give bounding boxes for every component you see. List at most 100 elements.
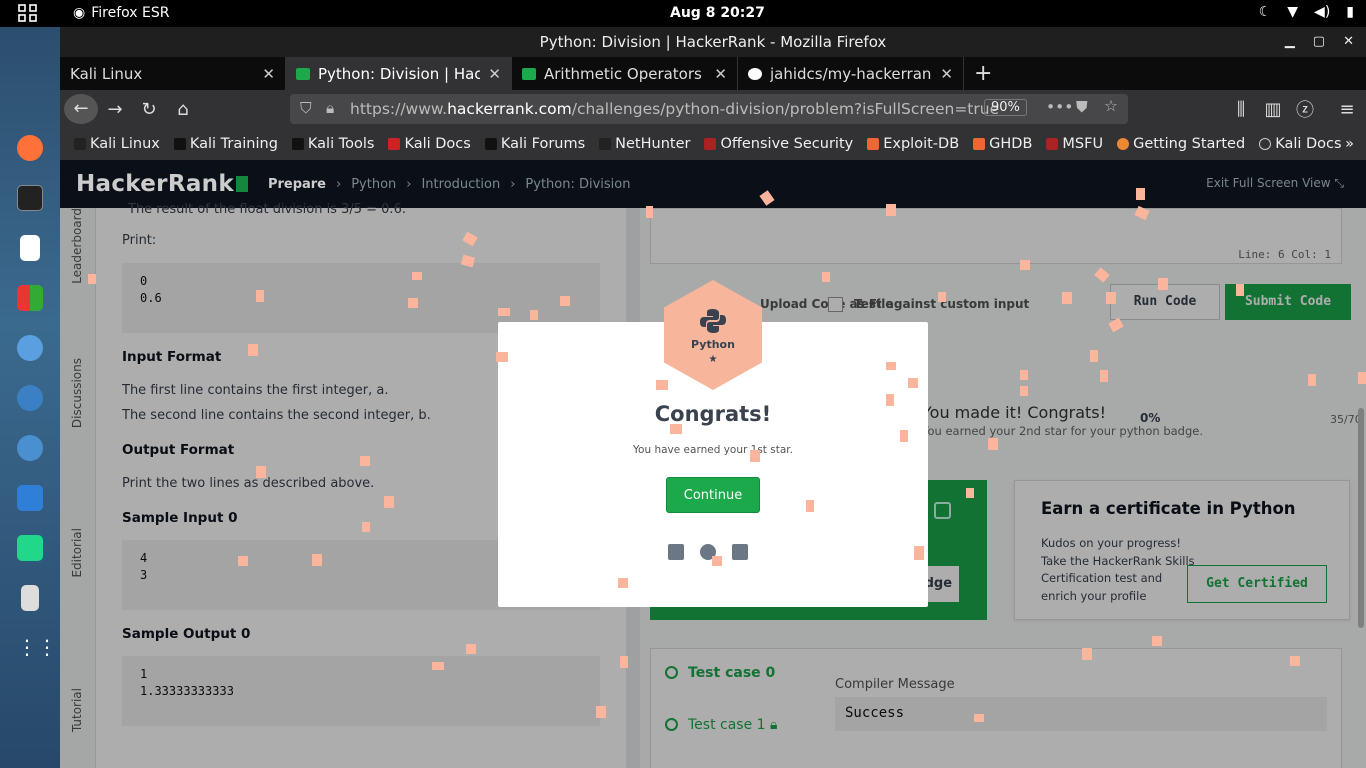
reload-icon[interactable]: ↻ (132, 99, 166, 120)
battery-icon: ▮ (1346, 4, 1354, 20)
back-icon[interactable]: ← (64, 94, 98, 124)
globe-icon (1259, 138, 1272, 150)
system-top-bar: ◉ Firefox ESR Aug 8 20:27 ☾ ▼ ◀) ▮ (0, 0, 1366, 27)
forward-icon[interactable]: → (98, 99, 132, 120)
bookmark-kali-docs-2[interactable]: Kali Docs (1259, 136, 1342, 152)
url-path: /challenges/python-division/problem?isFu… (571, 100, 1000, 118)
modal-title: Congrats! (654, 402, 772, 426)
more-actions-icon[interactable]: ••• (1046, 98, 1073, 116)
navigation-bar: ← → ↻ ⌂ ⛉ 🔒︎ https://www.hackerrank.com/… (60, 90, 1366, 128)
close-tab-icon[interactable]: ✕ (940, 65, 953, 83)
bookmark-label: NetHunter (615, 136, 691, 152)
hackerrank-favicon-icon (522, 67, 536, 80)
minimize-icon[interactable]: ▁ (1285, 27, 1295, 57)
bookmark-kali-training[interactable]: Kali Training (173, 136, 278, 152)
maximize-icon[interactable]: ▢ (1313, 27, 1325, 57)
office-suite-icon[interactable] (17, 285, 43, 311)
window-title: Python: Division | HackerRank - Mozilla … (539, 33, 887, 51)
hackerrank-page: HackerRank Prepare › Python › Introduction… (60, 160, 1366, 768)
menu-icon[interactable]: ≡ (1330, 99, 1364, 120)
active-app-label: Firefox ESR (91, 5, 170, 21)
bookmark-label: Kali Docs (1275, 136, 1342, 152)
tab-kali-linux[interactable]: Kali Linux ✕ (60, 57, 286, 90)
document-viewer-icon[interactable] (20, 235, 40, 261)
new-tab-icon[interactable]: + (964, 57, 1002, 90)
tab-label: jahidcs/my-hackerrank-so (770, 64, 932, 83)
ghdb-icon (973, 138, 986, 150)
hackerrank-favicon-icon (296, 67, 310, 80)
facebook-icon[interactable] (668, 544, 684, 560)
tab-label: Arithmetic Operators | Ha (544, 64, 706, 83)
terminal-launcher-icon[interactable] (17, 185, 43, 211)
wifi-icon: ▼ (1287, 4, 1299, 20)
zoom-level[interactable]: 90% (984, 99, 1027, 116)
bookmarks-toolbar: Kali Linux Kali Training Kali Tools Kali… (60, 128, 1366, 160)
url-prefix: https://www. (350, 100, 448, 118)
bookmark-kali-docs[interactable]: Kali Docs (388, 136, 471, 152)
close-tab-icon[interactable]: ✕ (262, 65, 275, 83)
file-manager-icon[interactable] (17, 485, 43, 511)
continue-button[interactable]: Continue (666, 477, 760, 513)
bookmark-label: Offensive Security (720, 136, 854, 152)
python-logo-icon (700, 309, 726, 333)
lock-icon[interactable]: 🔒︎ (326, 99, 334, 118)
tab-label: Kali Linux (70, 64, 143, 83)
bookmark-msfu[interactable]: MSFU (1046, 136, 1103, 152)
tab-python-division[interactable]: Python: Division | HackerR ✕ (286, 57, 512, 90)
close-tab-icon[interactable]: ✕ (488, 65, 501, 83)
url-bar[interactable]: ⛉ 🔒︎ https://www.hackerrank.com/challeng… (290, 94, 1128, 124)
show-apps-icon[interactable]: ⋮⋮ (17, 635, 57, 661)
library-icon[interactable]: ⫼ (1224, 99, 1258, 120)
account-icon[interactable]: ⓩ (1288, 96, 1322, 122)
bookmark-kali-tools[interactable]: Kali Tools (291, 136, 374, 152)
url-domain: hackerrank.com (447, 100, 572, 118)
bookmark-star-icon[interactable]: ☆ (1104, 97, 1118, 115)
twitter-icon[interactable] (700, 544, 716, 560)
close-window-icon[interactable]: ✕ (1343, 27, 1354, 57)
docs-icon (388, 138, 401, 150)
sidebar-icon[interactable]: ▥ (1256, 99, 1290, 120)
tab-label: Python: Division | HackerR (318, 64, 481, 83)
kali-icon (74, 138, 86, 150)
shield-icon[interactable]: ⛉ (300, 99, 312, 118)
pycharm-icon[interactable] (17, 535, 43, 561)
close-tab-icon[interactable]: ✕ (714, 65, 727, 83)
badge-label: Python (691, 338, 735, 351)
bookmark-nethunter[interactable]: NetHunter (599, 136, 690, 152)
linkedin-icon[interactable] (732, 544, 748, 560)
volume-icon: ◀) (1314, 4, 1331, 20)
share-icons (668, 544, 748, 560)
firefox-icon (1117, 138, 1130, 150)
monitor-app-icon[interactable] (17, 435, 43, 461)
github-favicon-icon (748, 67, 762, 80)
tab-arithmetic-operators[interactable]: Arithmetic Operators | Ha ✕ (512, 57, 738, 90)
bookmark-label: Getting Started (1133, 136, 1246, 152)
tab-github[interactable]: jahidcs/my-hackerrank-so ✕ (738, 57, 964, 90)
header-backdrop (60, 160, 1366, 208)
bookmark-kali-linux[interactable]: Kali Linux (74, 136, 160, 152)
bookmark-label: Exploit-DB (883, 136, 960, 152)
bookmark-kali-forums[interactable]: Kali Forums (484, 136, 585, 152)
bookmark-label: GHDB (989, 136, 1033, 152)
eye-app-icon[interactable] (17, 335, 43, 361)
firefox-launcher-icon[interactable] (17, 135, 43, 161)
wireshark-icon[interactable] (17, 385, 43, 411)
bookmark-offensive-security[interactable]: Offensive Security (704, 136, 853, 152)
pocket-icon[interactable]: ⛊ (1076, 98, 1088, 117)
bookmark-ghdb[interactable]: GHDB (973, 136, 1032, 152)
bookmark-getting-started[interactable]: Getting Started (1117, 136, 1245, 152)
apps-grid-icon[interactable] (18, 4, 38, 22)
kali-icon (173, 138, 186, 150)
night-mode-icon: ☾ (1258, 4, 1272, 20)
active-app[interactable]: ◉ Firefox ESR (73, 5, 169, 21)
clock[interactable]: Aug 8 20:27 (670, 5, 765, 21)
modal-message: You have earned your 1st star. (633, 444, 793, 456)
bookmark-exploit-db[interactable]: Exploit-DB (867, 136, 959, 152)
trash-icon[interactable] (21, 585, 39, 611)
overflow-chevron-icon[interactable]: » (1345, 136, 1354, 152)
offsec-icon (704, 138, 717, 150)
url-text[interactable]: https://www.hackerrank.com/challenges/py… (350, 100, 999, 118)
system-tray[interactable]: ☾ ▼ ◀) ▮ (1259, 4, 1354, 20)
bookmark-label: Kali Training (189, 136, 278, 152)
home-icon[interactable]: ⌂ (166, 99, 200, 120)
